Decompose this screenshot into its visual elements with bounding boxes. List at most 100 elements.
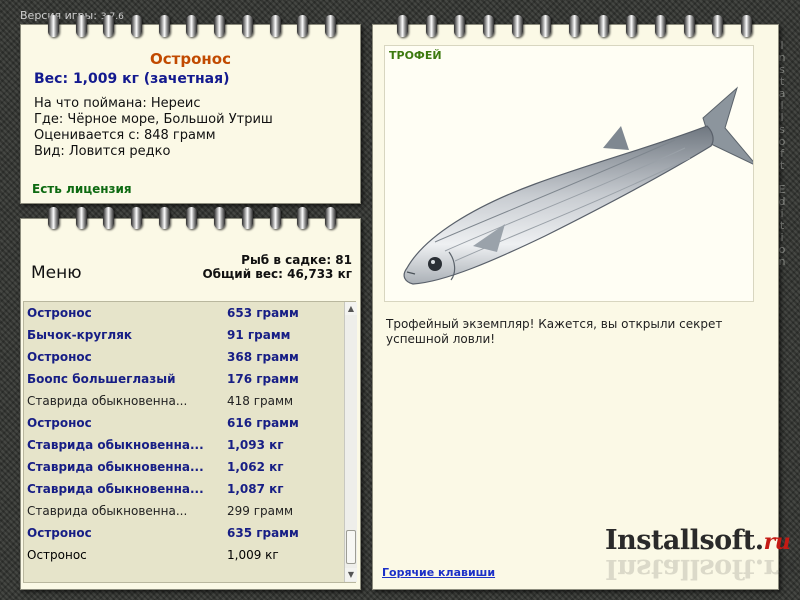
spiral-binding [397,15,752,37]
catch-list-card: Меню Рыб в садке: 81 Общий вес: 46,733 к… [20,207,361,590]
list-item-fish-name: Остронос [27,548,87,562]
spiral-ring-icon [654,15,666,37]
fish-name-title: Остронос [150,50,231,68]
watermark-suffix: ru [763,529,791,555]
spiral-ring-icon [48,207,59,229]
spiral-ring-icon [186,15,198,37]
spiral-ring-icon [626,15,638,37]
spiral-ring-icon [597,15,609,37]
spiral-ring-icon [131,207,143,229]
list-item[interactable]: Бычок-кругляк 91 грамм [25,324,323,346]
species-detail: Вид: Ловится редко [34,144,171,159]
spiral-ring-icon [324,207,336,229]
total-weight: Общий вес: 46,733 кг [202,267,352,281]
list-item[interactable]: Ставрида обыкновенна... 418 грамм [25,390,323,412]
spiral-ring-icon [131,15,143,37]
spiral-ring-icon [297,207,309,229]
trophy-label: ТРОФЕЙ [389,49,442,62]
spiral-ring-icon [241,207,253,229]
spiral-ring-icon [511,15,523,37]
list-item-fish-name: Остронос [27,416,92,430]
list-item[interactable]: Остронос 368 грамм [25,346,323,368]
list-item-selected[interactable]: Остронос 1,009 кг [25,544,323,566]
valuation-detail: Оценивается с: 848 грамм [34,128,216,143]
list-item-fish-name: Остронос [27,350,92,364]
spiral-ring-icon [103,15,115,37]
menu-button[interactable]: Меню [31,263,82,283]
list-item-fish-name: Ставрида обыкновенна... [27,438,204,452]
list-scrollbar[interactable]: ▲ ▼ [344,302,357,582]
list-item-weight: 1,062 кг [227,460,284,474]
spiral-ring-icon [269,15,281,37]
watermark-reflection: Installsoft.ru [605,553,797,584]
watermark-main: Installsoft. [605,525,764,556]
list-item[interactable]: Ставрида обыкновенна... 1,087 кг [25,478,323,500]
list-item-fish-name: Ставрида обыкновенна... [27,394,188,408]
spiral-binding [48,207,336,229]
list-item-fish-name: Боопс большеглазый [27,372,176,386]
spiral-ring-icon [158,207,170,229]
list-item-fish-name: Ставрида обыкновенна... [27,504,188,518]
list-item-weight: 176 грамм [227,372,299,386]
keepnet-stats: Рыб в садке: 81 Общий вес: 46,733 кг [202,253,352,281]
list-item[interactable]: Ставрида обыкновенна... 1,062 кг [25,456,323,478]
spiral-ring-icon [158,15,170,37]
fish-photo-icon [403,86,753,285]
list-item[interactable]: Ставрида обыкновенна... 299 грамм [25,500,323,522]
catch-info-card: Остронос Вес: 1,009 кг (зачетная) На что… [20,15,361,204]
list-item[interactable]: Остронос 635 грамм [25,522,323,544]
spiral-ring-icon [568,15,580,37]
spiral-ring-icon [214,15,226,37]
fish-weight: Вес: 1,009 кг (зачетная) [34,71,230,87]
scroll-up-arrow-icon[interactable]: ▲ [345,302,357,315]
list-item-weight: 653 грамм [227,306,299,320]
spiral-ring-icon [75,15,87,37]
list-item-weight: 299 грамм [227,504,294,518]
list-item-weight: 1,093 кг [227,438,284,452]
scroll-thumb[interactable] [346,530,356,564]
spiral-ring-icon [482,15,494,37]
list-item-weight: 91 грамм [227,328,291,342]
spiral-ring-icon [683,15,695,37]
spiral-ring-icon [712,15,724,37]
scroll-down-arrow-icon[interactable]: ▼ [345,568,357,581]
list-item-fish-name: Ставрида обыкновенна... [27,482,204,496]
list-item-fish-name: Ставрида обыкновенна... [27,460,204,474]
trophy-card: ТРОФЕЙ Трофейный экземпляр! Кажется, вы … [372,15,797,590]
spiral-ring-icon [103,207,115,229]
trophy-message: Трофейный экземпляр! Кажется, вы открыли… [386,317,723,346]
fish-count: Рыб в садке: 81 [241,253,352,267]
list-item-fish-name: Остронос [27,306,92,320]
list-item[interactable]: Остронос 616 грамм [25,412,323,434]
license-status: Есть лицензия [32,182,132,196]
catch-list: ▲ ▼ Остронос 653 грамм Бычок-кругляк 91 гра… [23,301,357,583]
list-item-weight: 1,087 кг [227,482,284,496]
spiral-binding [48,15,336,37]
spiral-ring-icon [75,207,87,229]
location-detail: Где: Чёрное море, Большой Утриш [34,112,273,127]
spiral-ring-icon [186,207,198,229]
spiral-ring-icon [397,15,408,37]
bait-detail: На что поймана: Нереис [34,96,201,111]
list-item-weight: 635 грамм [227,526,299,540]
spiral-ring-icon [540,15,552,37]
trophy-photo-frame: ТРОФЕЙ [384,45,754,302]
spiral-ring-icon [269,207,281,229]
spiral-ring-icon [740,15,752,37]
list-item[interactable]: Боопс большеглазый 176 грамм [25,368,323,390]
list-item-fish-name: Остронос [27,526,92,540]
spiral-ring-icon [425,15,437,37]
list-item[interactable]: Остронос 653 грамм [25,302,323,324]
spiral-ring-icon [454,15,466,37]
list-item-weight: 368 грамм [227,350,299,364]
list-item[interactable]: Ставрида обыкновенна... 1,093 кг [25,434,323,456]
spiral-ring-icon [324,15,336,37]
hotkeys-link[interactable]: Горячие клавиши [382,566,495,579]
spiral-ring-icon [48,15,59,37]
list-item-weight: 418 грамм [227,394,294,408]
spiral-ring-icon [297,15,309,37]
spiral-ring-icon [214,207,226,229]
installsoft-watermark: Installsoft.ru [605,525,791,556]
list-item-weight: 616 грамм [227,416,299,430]
list-item-weight: 1,009 кг [227,548,279,562]
